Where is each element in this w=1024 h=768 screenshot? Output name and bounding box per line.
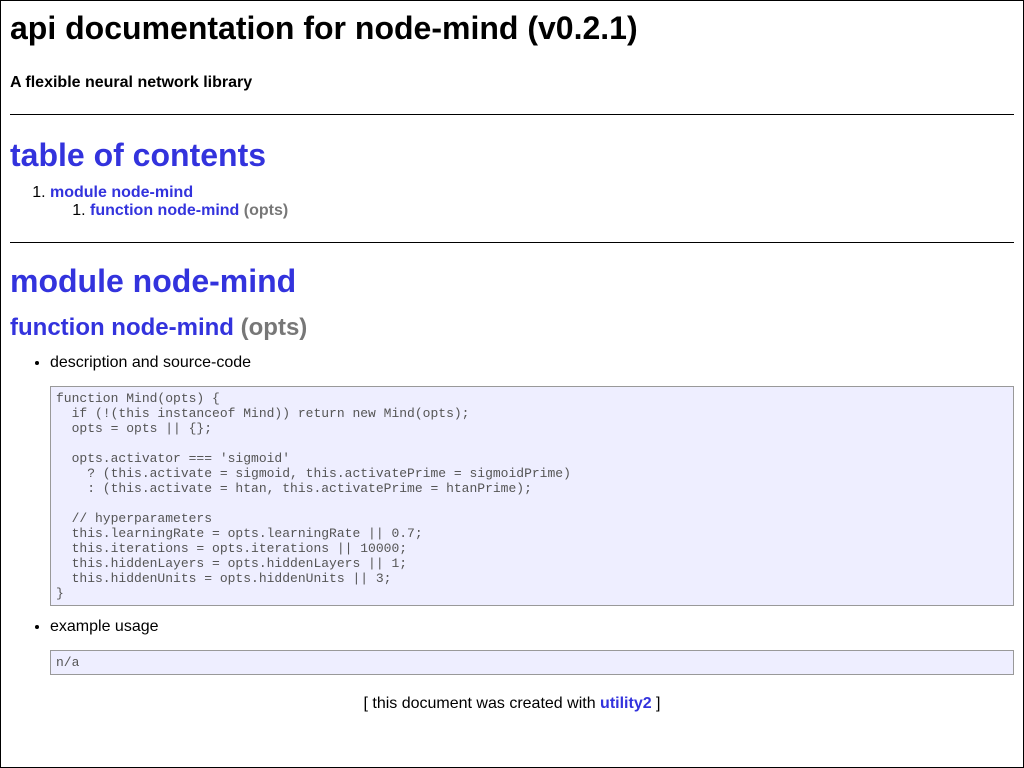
toc-title: table of contents [10,137,267,173]
description-item: description and source-code function Min… [50,354,1014,606]
usage-code-block: n/a [50,650,1014,675]
function-name: function node-mind [10,314,234,341]
footer-suffix: ] [651,695,661,712]
doc-page: api documentation for node-mind (v0.2.1)… [1,1,1023,712]
divider [10,114,1014,115]
details-list: description and source-code function Min… [10,354,1014,675]
toc-item-module: module node-mind function node-mind (opt… [50,184,1014,220]
divider [10,242,1014,243]
footer: [ this document was created with utility… [10,695,1014,713]
toc-sublist: function node-mind (opts) [50,202,1014,220]
function-details: description and source-code function Min… [10,354,1014,713]
footer-link[interactable]: utility2 [600,695,652,712]
toc-item-function: function node-mind (opts) [90,202,1014,220]
function-args: (opts) [240,314,308,341]
toc-module-link[interactable]: module node-mind [50,184,193,201]
table-of-contents: module node-mind function node-mind (opt… [10,184,1014,220]
usage-label: example usage [50,618,159,635]
page-subtitle: A flexible neural network library [10,74,253,91]
function-title: function node-mind (opts) [10,314,1014,342]
usage-item: example usage n/a [50,618,1014,675]
toc-list: module node-mind function node-mind (opt… [10,184,1014,220]
module-title: module node-mind [10,263,297,299]
footer-prefix: [ this document was created with [363,695,601,712]
source-code-block: function Mind(opts) { if (!(this instanc… [50,386,1014,606]
toc-function-link[interactable]: function node-mind [90,202,239,219]
page-title: api documentation for node-mind (v0.2.1) [10,10,638,46]
description-label: description and source-code [50,354,252,371]
toc-function-args: (opts) [243,202,289,219]
